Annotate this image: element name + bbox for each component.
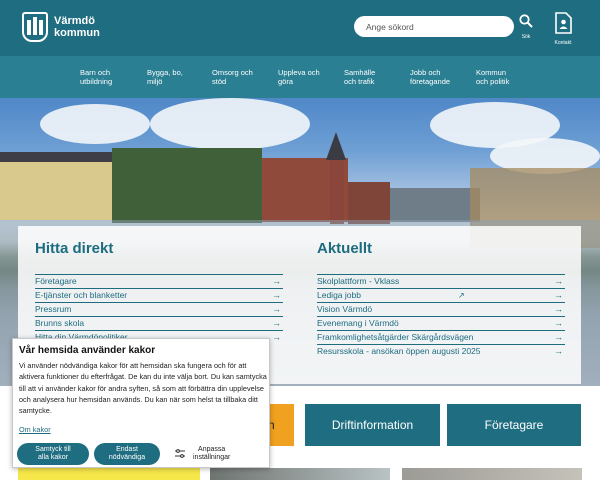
arrow-right-icon: → (272, 318, 281, 328)
nav-item-samhalle-och-trafik[interactable]: Samhälle och trafik (344, 68, 375, 86)
logo-line-2: kommun (54, 27, 100, 39)
site-header: Värmdö kommun Sök Kontakt (0, 0, 600, 56)
news-link-label: Resursskola - ansökan öppen augusti 2025 (317, 346, 481, 356)
nav-label: utbildning (80, 77, 113, 86)
driftinformation-card[interactable]: Driftinformation (305, 404, 440, 446)
nav-label: Samhälle (344, 68, 376, 77)
logo-line-1: Värmdö (54, 15, 95, 27)
news-link-lediga-jobb[interactable]: Lediga jobb ↗ → (317, 288, 565, 302)
nav-label: Bygga, bo, (147, 68, 183, 77)
orange-card[interactable]: n (268, 404, 294, 446)
external-link-icon: ↗ (458, 291, 465, 300)
contact-button-label: Kontakt (554, 40, 572, 46)
news-link-skolplattform[interactable]: Skolplattform - Vklass → (317, 274, 565, 288)
arrow-right-icon: → (554, 304, 563, 314)
necessary-label: nödvändiga (108, 454, 146, 461)
news-link-label: Skolplattform - Vklass (317, 276, 400, 286)
news-link-evenemang[interactable]: Evenemang i Värmdö → (317, 316, 565, 330)
search-input[interactable] (354, 16, 514, 37)
aktuellt-heading: Aktuellt (317, 240, 373, 257)
foretagare-card[interactable]: Företagare (447, 404, 581, 446)
news-link-label: Evenemang i Värmdö (317, 318, 399, 328)
nav-item-jobb-och-foretagande[interactable]: Jobb och företagande (410, 68, 450, 86)
arrow-right-icon: → (272, 290, 281, 300)
arrow-right-icon: → (554, 332, 563, 342)
cookie-text: Vi använder nödvändiga kakor för att hem… (19, 361, 267, 416)
quick-link-e-tjanster[interactable]: E-tjänster och blanketter → (35, 288, 283, 302)
logo-text: Värmdö kommun (54, 15, 100, 39)
yellow-teaser-card[interactable] (18, 466, 200, 480)
teaser-image[interactable] (210, 468, 390, 480)
contact-button[interactable]: Kontakt (551, 12, 575, 46)
nav-item-kommun-och-politik[interactable]: Kommun och politik (476, 68, 509, 86)
necessary-label: Endast (116, 446, 138, 453)
nav-label: och politik (476, 77, 510, 86)
accept-all-cookies-button[interactable]: Samtyck till alla kakor (17, 443, 89, 465)
nav-item-bygga-bo-miljo[interactable]: Bygga, bo, miljö (147, 68, 183, 86)
arrow-right-icon: → (554, 276, 563, 286)
arrow-right-icon: → (554, 290, 563, 300)
arrow-right-icon: → (272, 304, 281, 314)
site-logo[interactable]: Värmdö kommun (22, 12, 100, 42)
hitta-direkt-heading: Hitta direkt (35, 240, 114, 257)
news-link-label: Lediga jobb (317, 290, 361, 300)
quick-link-label: Brunns skola (35, 318, 85, 328)
search-button[interactable]: Sök (516, 14, 536, 40)
necessary-cookies-button[interactable]: Endast nödvändiga (94, 443, 160, 465)
quick-link-brunns-skola[interactable]: Brunns skola → (35, 316, 283, 330)
nav-label: Uppleva och (278, 68, 320, 77)
about-cookies-link[interactable]: Om kakor (19, 425, 51, 434)
nav-item-omsorg-och-stod[interactable]: Omsorg och stöd (212, 68, 253, 86)
customize-label: Anpassa (198, 446, 226, 453)
contact-card-icon (555, 12, 572, 34)
cookie-title: Vår hemsida använder kakor (19, 345, 156, 356)
castle-logo-icon (22, 12, 48, 42)
main-navigation: Barn och utbildning Bygga, bo, miljö Omsor… (0, 56, 600, 98)
arrow-right-icon: → (554, 318, 563, 328)
quick-link-label: E-tjänster och blanketter (35, 290, 128, 300)
nav-item-uppleva-och-gora[interactable]: Uppleva och göra (278, 68, 320, 86)
customize-label: inställningar (193, 454, 231, 461)
news-link-framkomlighet[interactable]: Framkomlighetsåtgärder Skärgårdsvägen → (317, 330, 565, 344)
search-button-label: Sök (521, 34, 531, 40)
news-link-label: Framkomlighetsåtgärder Skärgårdsvägen (317, 332, 474, 342)
news-link-label: Vision Värmdö (317, 304, 373, 314)
teaser-image[interactable] (402, 468, 582, 480)
nav-label: göra (278, 77, 294, 86)
quick-link-label: Företagare (35, 276, 77, 286)
customize-cookies-button[interactable]: Anpassa inställningar (175, 443, 230, 465)
arrow-right-icon: → (272, 276, 281, 286)
nav-label: och trafik (344, 77, 375, 86)
nav-label: Barn och (80, 68, 111, 77)
news-link-vision-varmdo[interactable]: Vision Värmdö → (317, 302, 565, 316)
nav-label: Kommun (476, 68, 507, 77)
arrow-right-icon: → (272, 332, 281, 342)
nav-item-barn-och-utbildning[interactable]: Barn och utbildning (80, 68, 112, 86)
cookie-consent-dialog: Vår hemsida använder kakor Vi använder n… (12, 338, 270, 468)
accept-label: Samtyck till (35, 446, 71, 453)
arrow-right-icon: → (554, 346, 563, 356)
quick-link-foretagare[interactable]: Företagare → (35, 274, 283, 288)
sliders-icon (175, 449, 185, 459)
news-link-resursskola[interactable]: Resursskola - ansökan öppen augusti 2025… (317, 344, 565, 358)
search-icon (519, 14, 533, 28)
nav-label: miljö (147, 77, 163, 86)
nav-label: företagande (410, 77, 451, 86)
nav-label: Jobb och (410, 68, 441, 77)
accept-label: alla kakor (38, 454, 68, 461)
nav-label: Omsorg och (212, 68, 253, 77)
nav-label: stöd (212, 77, 227, 86)
quick-link-label: Pressrum (35, 304, 72, 314)
quick-link-pressrum[interactable]: Pressrum → (35, 302, 283, 316)
